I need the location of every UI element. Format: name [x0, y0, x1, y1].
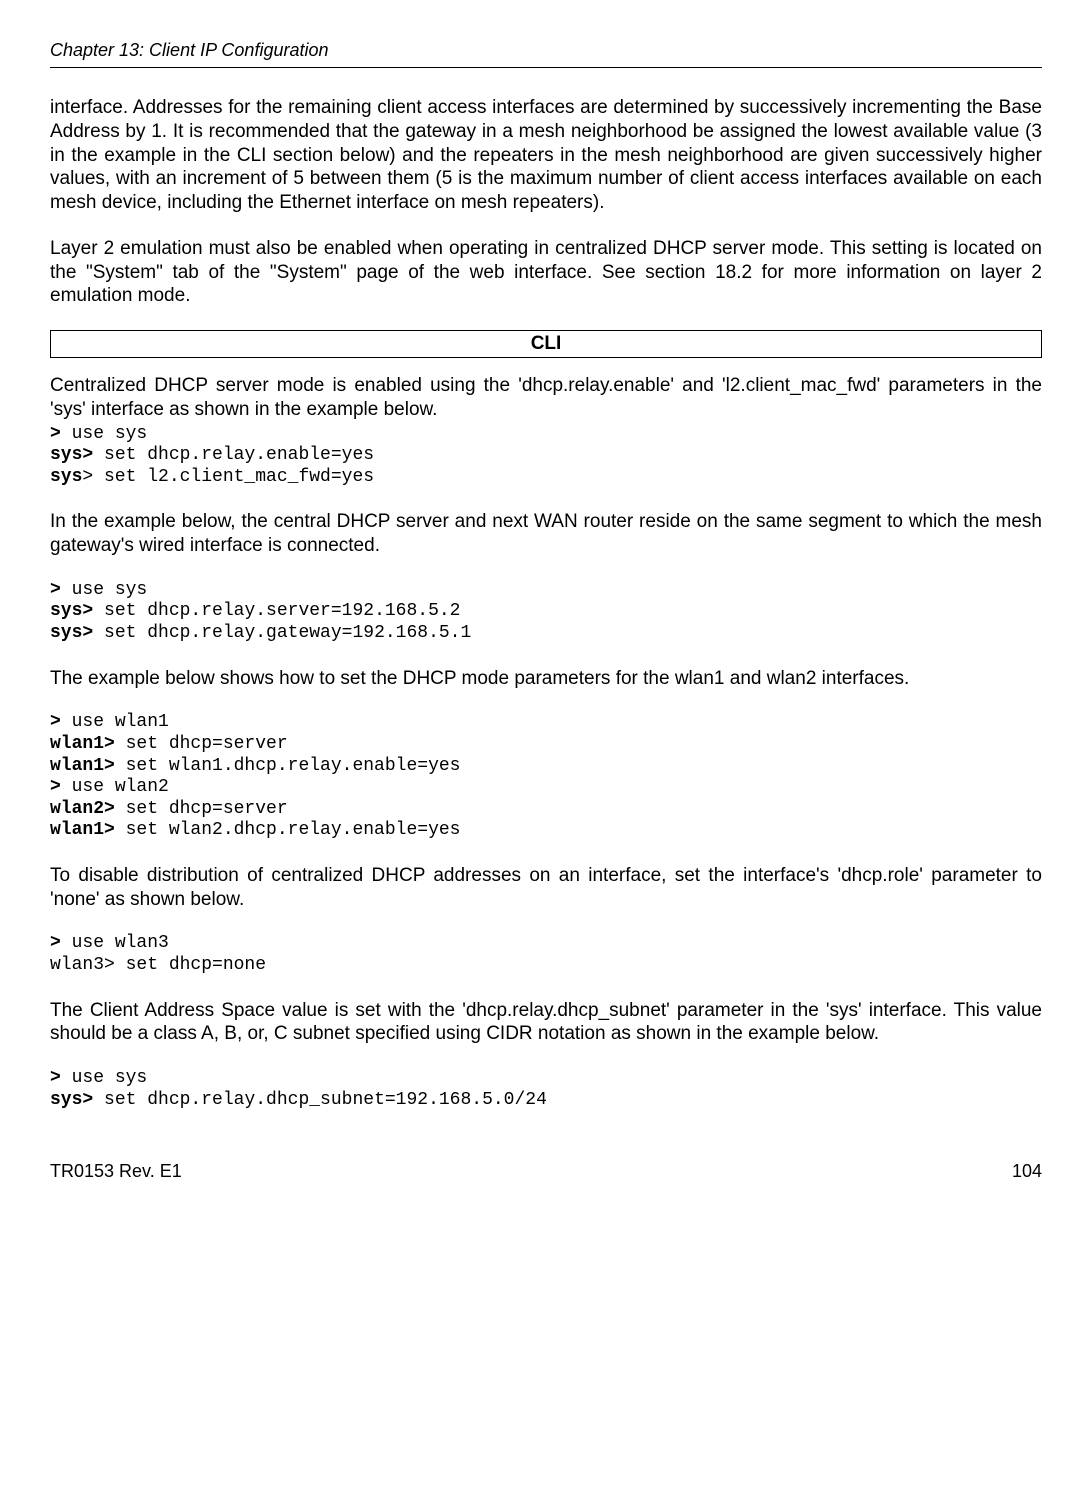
code-block-2: > use sys sys> set dhcp.relay.server=192… — [50, 580, 1042, 645]
paragraph-2: Layer 2 emulation must also be enabled w… — [50, 237, 1042, 308]
paragraph-3: Centralized DHCP server mode is enabled … — [50, 374, 1042, 422]
paragraph-4: In the example below, the central DHCP s… — [50, 510, 1042, 558]
code-block-1: > use sys sys> set dhcp.relay.enable=yes… — [50, 424, 1042, 489]
footer-page-number: 104 — [1012, 1161, 1042, 1182]
paragraph-5: The example below shows how to set the D… — [50, 667, 1042, 691]
page-footer: TR0153 Rev. E1 104 — [50, 1161, 1042, 1182]
paragraph-7: The Client Address Space value is set wi… — [50, 999, 1042, 1047]
chapter-header: Chapter 13: Client IP Configuration — [50, 40, 1042, 68]
paragraph-6: To disable distribution of centralized D… — [50, 864, 1042, 912]
code-block-5: > use sys sys> set dhcp.relay.dhcp_subne… — [50, 1068, 1042, 1111]
code-block-3: > use wlan1 wlan1> set dhcp=server wlan1… — [50, 712, 1042, 842]
cli-section-header: CLI — [50, 330, 1042, 358]
code-block-4: > use wlan3 wlan3> set dhcp=none — [50, 933, 1042, 976]
paragraph-1: interface. Addresses for the remaining c… — [50, 96, 1042, 215]
footer-doc-id: TR0153 Rev. E1 — [50, 1161, 182, 1182]
